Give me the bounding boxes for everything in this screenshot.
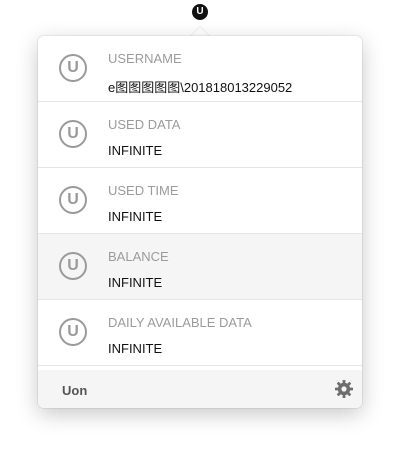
list-item-used-time: U USED TIME INFINITE (38, 168, 362, 234)
list-item-balance: U BALANCE INFINITE (38, 234, 362, 300)
app-name: Uon (62, 383, 88, 398)
list-item-daily-available-data: U DAILY AVAILABLE DATA INFINITE (38, 300, 362, 366)
info-list: U USERNAME e图图图图图\201818013229052 U USED… (38, 36, 362, 366)
popover-footer: Uon (38, 370, 362, 408)
row-label: USED DATA (108, 117, 181, 132)
menubar-u-logo-icon[interactable]: U (192, 4, 208, 20)
row-label: USERNAME (108, 51, 182, 66)
list-item-username: U USERNAME e图图图图图\201818013229052 (38, 36, 362, 102)
u-badge-icon: U (59, 186, 87, 214)
row-value: e图图图图图\201818013229052 (108, 80, 293, 95)
u-badge-icon: U (59, 54, 87, 82)
u-badge-icon: U (59, 252, 87, 280)
status-popover: U USERNAME e图图图图图\201818013229052 U USED… (38, 36, 362, 408)
u-badge-icon: U (59, 318, 87, 346)
row-label: USED TIME (108, 183, 179, 198)
row-value: INFINITE (108, 341, 163, 356)
row-label: BALANCE (108, 249, 169, 264)
u-badge-icon: U (59, 120, 87, 148)
row-value: INFINITE (108, 209, 163, 224)
row-label: DAILY AVAILABLE DATA (108, 315, 252, 330)
list-item-used-data: U USED DATA INFINITE (38, 102, 362, 168)
gear-icon[interactable] (334, 379, 354, 399)
row-value: INFINITE (108, 143, 163, 158)
menubar-logo-letter: U (196, 6, 204, 17)
row-value: INFINITE (108, 275, 163, 290)
